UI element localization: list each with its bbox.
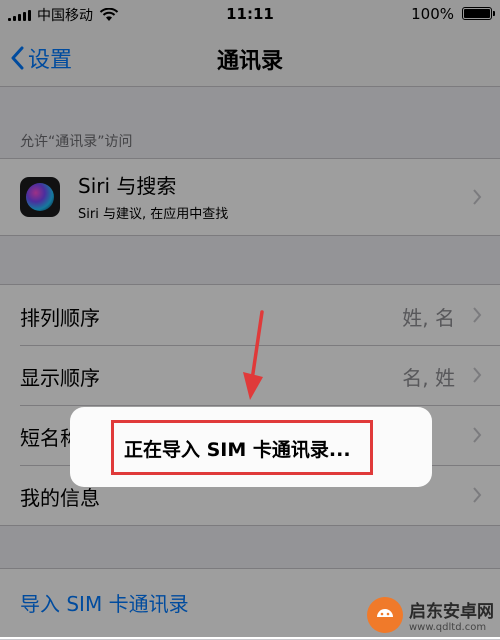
watermark-title: 启东安卓网 [409, 602, 494, 622]
watermark-url: www.qdltd.com [409, 622, 487, 633]
watermark-text: 启东安卓网 www.qdltd.com [409, 597, 494, 633]
annotation-highlight-box [111, 420, 373, 475]
annotation-arrow-icon [243, 310, 264, 400]
watermark: 启东安卓网 www.qdltd.com [365, 595, 494, 635]
watermark-logo-icon [367, 597, 403, 633]
